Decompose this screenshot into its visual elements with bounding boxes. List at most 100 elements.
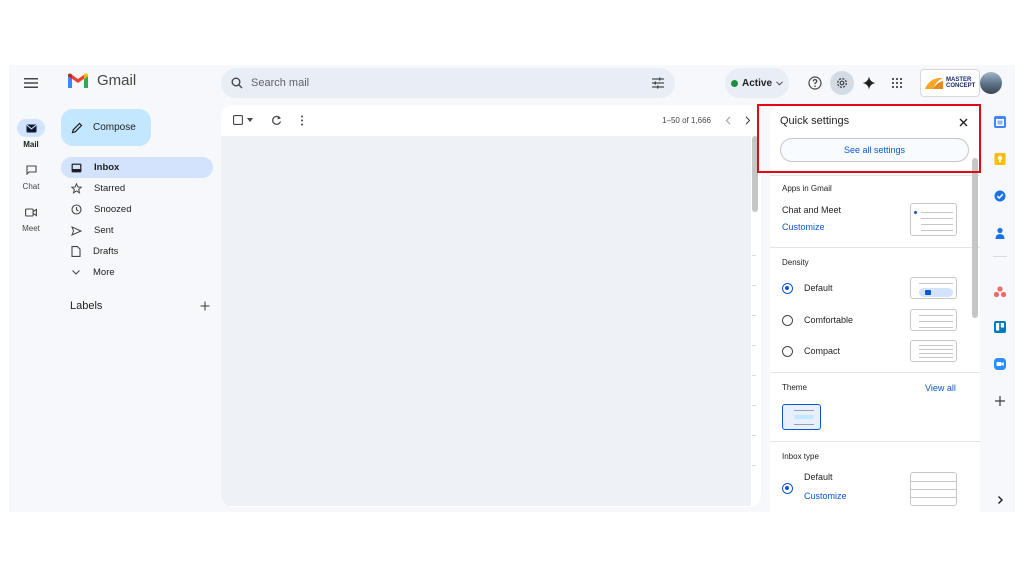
scroll-tick — [752, 405, 756, 406]
divider — [770, 441, 980, 442]
preview-line — [911, 489, 956, 490]
preview-line — [921, 212, 953, 213]
checkbox-icon — [233, 115, 243, 125]
nav-drafts[interactable]: Drafts — [61, 241, 213, 262]
gemini-button[interactable] — [857, 71, 881, 95]
zoom-button[interactable] — [993, 357, 1007, 371]
preview-line — [919, 315, 953, 316]
divider — [770, 175, 980, 176]
rail-meet[interactable]: Meet — [9, 203, 53, 233]
quick-settings-scrollbar[interactable] — [972, 158, 978, 318]
nav-drafts-label: Drafts — [93, 246, 119, 257]
preview-line — [919, 321, 953, 322]
calendar-button[interactable] — [993, 115, 1007, 129]
preview-icon — [925, 290, 931, 295]
status-dot — [730, 79, 738, 87]
nav-more-label: More — [93, 267, 115, 278]
rail-chat[interactable]: Chat — [9, 161, 53, 191]
apps-item-label: Chat and Meet — [782, 205, 842, 215]
nav-starred-label: Starred — [94, 183, 126, 194]
refresh-icon[interactable] — [271, 115, 282, 126]
organization-logo[interactable]: MASTER CONCEPT — [920, 69, 980, 97]
density-comfortable-thumbnail[interactable] — [910, 309, 957, 331]
preview-line — [919, 345, 953, 346]
density-compact-thumbnail[interactable] — [910, 340, 957, 362]
scroll-tick — [752, 285, 756, 286]
density-default-radio[interactable] — [782, 283, 793, 294]
search-bar[interactable]: Search mail — [221, 68, 675, 98]
trello-button[interactable] — [993, 320, 1007, 334]
more-vertical-icon[interactable] — [300, 115, 304, 126]
asana-button[interactable] — [993, 285, 1007, 299]
scroll-tick — [752, 465, 756, 466]
gmail-window: Gmail Search mail Active MASTER CONCEPT — [9, 65, 1015, 512]
nav-sent[interactable]: Sent — [61, 220, 213, 241]
preview-line — [919, 353, 953, 354]
mail-icon — [26, 124, 36, 132]
nav-snoozed[interactable]: Snoozed — [61, 199, 213, 220]
main-menu-button[interactable] — [19, 71, 43, 95]
nav-starred[interactable]: Starred — [61, 178, 213, 199]
help-button[interactable] — [803, 71, 827, 95]
nav-inbox[interactable]: Inbox — [61, 157, 213, 178]
density-comfortable-label: Comfortable — [804, 315, 854, 325]
pagination: 1–50 of 1,666 — [662, 105, 751, 135]
status-selector[interactable]: Active — [725, 68, 789, 98]
divider — [770, 247, 980, 248]
theme-view-all-link[interactable]: View all — [925, 383, 956, 393]
preview-line — [921, 218, 953, 219]
preview-line — [921, 224, 953, 225]
tasks-button[interactable] — [993, 189, 1007, 203]
density-compact-label: Compact — [804, 346, 841, 356]
inbox-type-thumbnail[interactable] — [910, 472, 957, 506]
nav-more[interactable]: More — [61, 262, 213, 283]
rail-mail[interactable]: Mail — [9, 119, 53, 149]
highlight-box — [757, 104, 981, 173]
keep-button[interactable] — [993, 152, 1007, 166]
preview-line — [794, 410, 814, 411]
labels-heading: Labels — [70, 300, 103, 312]
compose-label: Compose — [93, 122, 136, 133]
apps-button[interactable] — [885, 71, 909, 95]
density-default-thumbnail[interactable] — [910, 277, 957, 299]
inbox-type-customize-link[interactable]: Customize — [804, 491, 847, 501]
plus-icon[interactable] — [200, 301, 210, 311]
hamburger-icon — [24, 78, 38, 88]
nav-snoozed-label: Snoozed — [94, 204, 132, 215]
search-input[interactable]: Search mail — [251, 77, 651, 89]
density-comfortable-radio[interactable] — [782, 315, 793, 326]
labels-section: Labels — [70, 300, 210, 312]
rail-meet-label: Meet — [22, 224, 40, 233]
contacts-button[interactable] — [993, 226, 1007, 240]
app-name: Gmail — [97, 72, 137, 89]
chevron-left-icon[interactable] — [725, 115, 731, 125]
compose-button[interactable]: Compose — [61, 109, 151, 146]
density-compact-radio[interactable] — [782, 346, 793, 357]
density-default-label: Default — [804, 283, 833, 293]
scroll-tick — [752, 255, 756, 256]
rail-mail-pill — [17, 119, 45, 137]
chevron-down-icon — [776, 80, 783, 86]
rail-meet-pill — [17, 203, 45, 221]
inbox-type-default-radio[interactable] — [782, 483, 793, 494]
search-icon — [231, 77, 243, 89]
pencil-icon — [71, 122, 83, 133]
preview-line — [919, 357, 953, 358]
status-label: Active — [741, 77, 772, 89]
gmail-logo[interactable]: Gmail — [67, 72, 136, 89]
settings-button[interactable] — [830, 71, 854, 95]
search-options-icon[interactable] — [651, 77, 665, 89]
keep-icon — [994, 153, 1006, 165]
get-addons-button[interactable] — [993, 394, 1007, 408]
preview-line — [794, 424, 814, 425]
avatar[interactable] — [980, 72, 1002, 94]
show-side-panel-button[interactable] — [993, 493, 1007, 507]
chevron-right-icon[interactable] — [745, 115, 751, 125]
select-all-checkbox[interactable] — [233, 115, 253, 125]
asana-icon — [993, 286, 1007, 298]
side-rail-divider — [993, 256, 1007, 257]
apps-preview-thumbnail — [910, 203, 957, 236]
theme-thumbnail[interactable] — [782, 404, 821, 430]
apps-customize-link[interactable]: Customize — [782, 222, 825, 232]
apps-grid-icon — [891, 77, 903, 89]
